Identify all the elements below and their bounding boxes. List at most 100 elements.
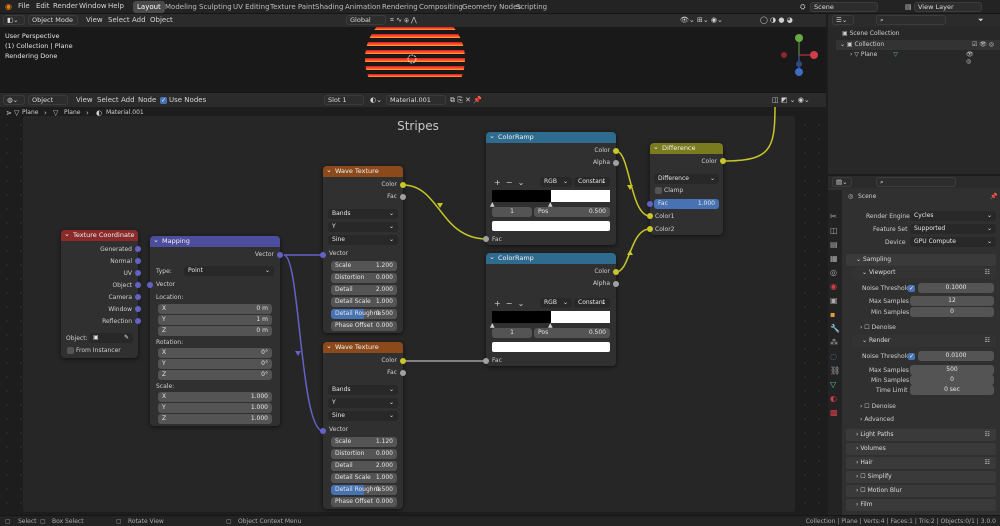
world-tab-icon[interactable]: ◉ (830, 280, 840, 294)
render-subpanel[interactable]: ⌄ Render ☷ (852, 335, 996, 347)
motion-blur-panel[interactable]: › ☐ Motion Blur (846, 485, 996, 497)
ramp2-index[interactable]: 1 (492, 328, 532, 338)
properties-editor-type[interactable]: ▤⌄ (832, 177, 852, 187)
ramp2-interp-dropdown[interactable]: Constant ⌄ (574, 298, 610, 308)
view-layer-tab-icon[interactable]: ▦ (830, 252, 840, 266)
socket-generated[interactable] (135, 246, 141, 252)
mapping-type-dropdown[interactable]: Point ⌄ (184, 266, 274, 276)
data-tab-icon[interactable]: ▽ (830, 378, 840, 392)
clamp-checkbox[interactable] (655, 187, 662, 194)
properties-search[interactable]: ⌕ (876, 177, 956, 187)
time-limit-field[interactable]: 0 sec (910, 385, 994, 395)
socket-reflection[interactable] (135, 318, 141, 324)
rotation-y[interactable]: Y 0° (158, 359, 272, 369)
ramp2-position[interactable]: Pos 0.500 (534, 328, 610, 338)
wave1-profile-dropdown[interactable]: Sine ⌄ (328, 235, 398, 245)
wave-texture-node-1[interactable]: Wave Texture Color Fac Bands⌄ Y⌄ Sine⌄ V… (323, 165, 403, 333)
ramp1-position[interactable]: Pos 0.500 (534, 207, 610, 217)
mapping-socket-out[interactable] (277, 252, 283, 258)
ramp1-interp-dropdown[interactable]: Constant ⌄ (574, 177, 610, 187)
simplify-panel[interactable]: › ☐ Simplify (846, 471, 996, 483)
render-noise-field[interactable]: 0.0100 (918, 351, 994, 361)
wave1-distortion[interactable]: Distortion 0.000 (331, 273, 397, 283)
rotation-z[interactable]: Z 0° (158, 370, 272, 380)
wave2-socket-color[interactable] (400, 358, 406, 364)
vp-noise-field[interactable]: 0.1000 (918, 283, 994, 293)
wave2-profile-dropdown[interactable]: Sine ⌄ (328, 411, 398, 421)
ramp2-socket-fac[interactable] (483, 358, 489, 364)
vp-denoise-panel[interactable]: › ☐ Denoise (860, 324, 896, 331)
wave1-socket-vector[interactable] (320, 252, 326, 258)
color-ramp-node-2[interactable]: ColorRamp Color Alpha + − ⌄ RGB⌄ Constan… (486, 252, 616, 366)
wave1-scale[interactable]: Scale 1.200 (331, 261, 397, 271)
ramp2-add-remove-icon[interactable]: + − ⌄ (494, 299, 524, 308)
wave1-detail[interactable]: Detail 2.000 (331, 285, 397, 295)
outliner-editor-type[interactable]: ☰⌄ (832, 15, 854, 25)
scene-tab-icon[interactable]: ◎ (830, 266, 840, 280)
film-panel[interactable]: › Film (846, 499, 996, 511)
wave2-direction-dropdown[interactable]: Y ⌄ (328, 398, 398, 408)
ramp2-socket-color[interactable] (613, 269, 619, 275)
modifier-tab-icon[interactable]: 🔧 (830, 322, 840, 336)
texture-tab-icon[interactable]: ▩ (830, 406, 840, 420)
wave2-detail-scale[interactable]: Detail Scale 1.000 (331, 473, 397, 483)
location-z[interactable]: Z0 m (158, 326, 272, 336)
texture-coordinate-node[interactable]: Texture Coordinate Generated Normal UV O… (61, 229, 138, 358)
difference-socket-color1[interactable] (647, 213, 653, 219)
wave1-detail-scale[interactable]: Detail Scale 1.000 (331, 297, 397, 307)
physics-tab-icon[interactable]: ◌ (830, 350, 840, 364)
mapping-socket-in[interactable] (147, 282, 153, 288)
from-instancer-checkbox[interactable] (67, 347, 74, 354)
object-picker[interactable]: ▣ ✎ (89, 333, 133, 343)
mapping-header[interactable]: Mapping (150, 235, 280, 247)
plane-object-item[interactable]: › ▽ Plane ▽ 👁 ◎ (850, 51, 974, 65)
texture-coordinate-header[interactable]: Texture Coordinate (61, 229, 138, 241)
wave1-socket-color[interactable] (400, 182, 406, 188)
socket-object[interactable] (135, 282, 141, 288)
tool-tab-icon[interactable]: ✂ (830, 210, 840, 224)
ramp1-socket-fac[interactable] (483, 236, 489, 242)
wave1-direction-dropdown[interactable]: Y ⌄ (328, 222, 398, 232)
volumes-panel[interactable]: › Volumes (846, 443, 996, 455)
mapping-node[interactable]: Mapping Vector Type: Point⌄ Vector Locat… (150, 235, 280, 426)
difference-mix-node[interactable]: Difference Color Difference⌄ Clamp Fac1.… (650, 142, 723, 235)
scale-y[interactable]: Y 1.000 (158, 403, 272, 413)
wave2-phase-offset[interactable]: Phase Offset 0.000 (331, 497, 397, 507)
ramp1-color-swatch[interactable] (492, 221, 610, 231)
vp-noise-checkbox[interactable]: ✓ (908, 285, 915, 292)
light-paths-panel[interactable]: › Light Paths ☷ (846, 429, 996, 441)
render-noise-checkbox[interactable]: ✓ (908, 353, 915, 360)
color-ramp-node-1[interactable]: ColorRamp Color Alpha + − ⌄ RGB⌄ Constan… (486, 131, 616, 245)
particles-tab-icon[interactable]: ⁂ (830, 336, 840, 350)
wave2-distortion[interactable]: Distortion 0.000 (331, 449, 397, 459)
wave2-type-dropdown[interactable]: Bands ⌄ (328, 385, 398, 395)
ramp1-header[interactable]: ColorRamp (486, 131, 616, 143)
difference-header[interactable]: Difference (650, 142, 723, 154)
ramp1-index[interactable]: 1 (492, 207, 532, 217)
ramp2-color-swatch[interactable] (492, 342, 610, 352)
render-min-field[interactable]: 0 (910, 375, 994, 385)
ramp2-socket-alpha[interactable] (613, 281, 619, 287)
pin-icon[interactable]: 📌 (990, 193, 997, 200)
advanced-panel[interactable]: › Advanced (860, 416, 894, 423)
fac-field[interactable]: Fac 1.000 (654, 199, 719, 209)
render-tab-icon[interactable]: ◫ (830, 224, 840, 238)
location-x[interactable]: X0 m (158, 304, 272, 314)
ramp2-header[interactable]: ColorRamp (486, 252, 616, 264)
ramp1-add-remove-icon[interactable]: + − ⌄ (494, 178, 524, 187)
wave2-detail-roughness[interactable]: Detail Roughne 0.500 (331, 485, 397, 495)
hair-panel[interactable]: › Hair ☷ (846, 457, 996, 469)
viewport-subpanel[interactable]: ⌄ Viewport ☷ (852, 267, 996, 279)
ramp1-socket-alpha[interactable] (613, 160, 619, 166)
ramp1-mode-dropdown[interactable]: RGB ⌄ (540, 177, 572, 187)
socket-camera[interactable] (135, 294, 141, 300)
sampling-panel[interactable]: ⌄ Sampling (846, 254, 996, 266)
difference-socket-out[interactable] (720, 158, 726, 164)
wave2-detail[interactable]: Detail 2.000 (331, 461, 397, 471)
rotation-x[interactable]: X 0° (158, 348, 272, 358)
socket-window[interactable] (135, 306, 141, 312)
feature-set-dropdown[interactable]: Supported ⌄ (910, 224, 996, 234)
material-tab-icon[interactable]: ◐ (830, 392, 840, 406)
ramp1-socket-color[interactable] (613, 148, 619, 154)
render-max-field[interactable]: 500 (910, 365, 994, 375)
